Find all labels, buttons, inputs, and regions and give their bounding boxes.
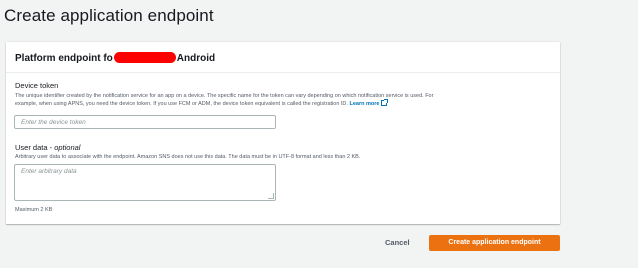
- learn-more-link[interactable]: Learn more: [349, 101, 379, 107]
- device-token-description-line-2: example, when using APNS, you need the d…: [15, 99, 551, 108]
- user-data-description: Arbitrary user data to associate with th…: [15, 154, 361, 160]
- device-token-label: Device token: [15, 81, 59, 90]
- panel-title-suffix: Android: [176, 53, 216, 64]
- device-token-description: The unique identifier created by the not…: [15, 92, 551, 108]
- panel-title-prefix: Platform endpoint fo: [15, 53, 113, 64]
- user-data-textarea[interactable]: Enter arbitrary data: [14, 164, 276, 201]
- user-data-label: User data - optional: [15, 143, 80, 152]
- cancel-button[interactable]: Cancel: [385, 238, 410, 247]
- device-token-input[interactable]: Enter the device token: [14, 115, 276, 129]
- panel-title: Platform endpoint fo Android: [15, 52, 215, 64]
- create-application-endpoint-button[interactable]: Create application endpoint: [429, 235, 560, 251]
- user-data-placeholder: Enter arbitrary data: [21, 168, 77, 175]
- user-data-optional-label: optional: [54, 143, 81, 152]
- resize-handle-icon[interactable]: [268, 193, 274, 199]
- redaction-mark: [113, 52, 176, 63]
- user-data-constraint: Maximum 2 KB: [15, 207, 53, 213]
- device-token-description-line-1: The unique identifier created by the not…: [15, 93, 434, 99]
- page-title: Create application endpoint: [4, 6, 214, 25]
- user-data-label-text: User data -: [15, 143, 55, 152]
- endpoint-panel: Platform endpoint fo Android Device token…: [6, 42, 560, 224]
- device-token-description-text: example, when using APNS, you need the d…: [15, 101, 348, 107]
- external-link-icon[interactable]: [381, 99, 389, 106]
- panel-header: Platform endpoint fo Android: [6, 42, 560, 73]
